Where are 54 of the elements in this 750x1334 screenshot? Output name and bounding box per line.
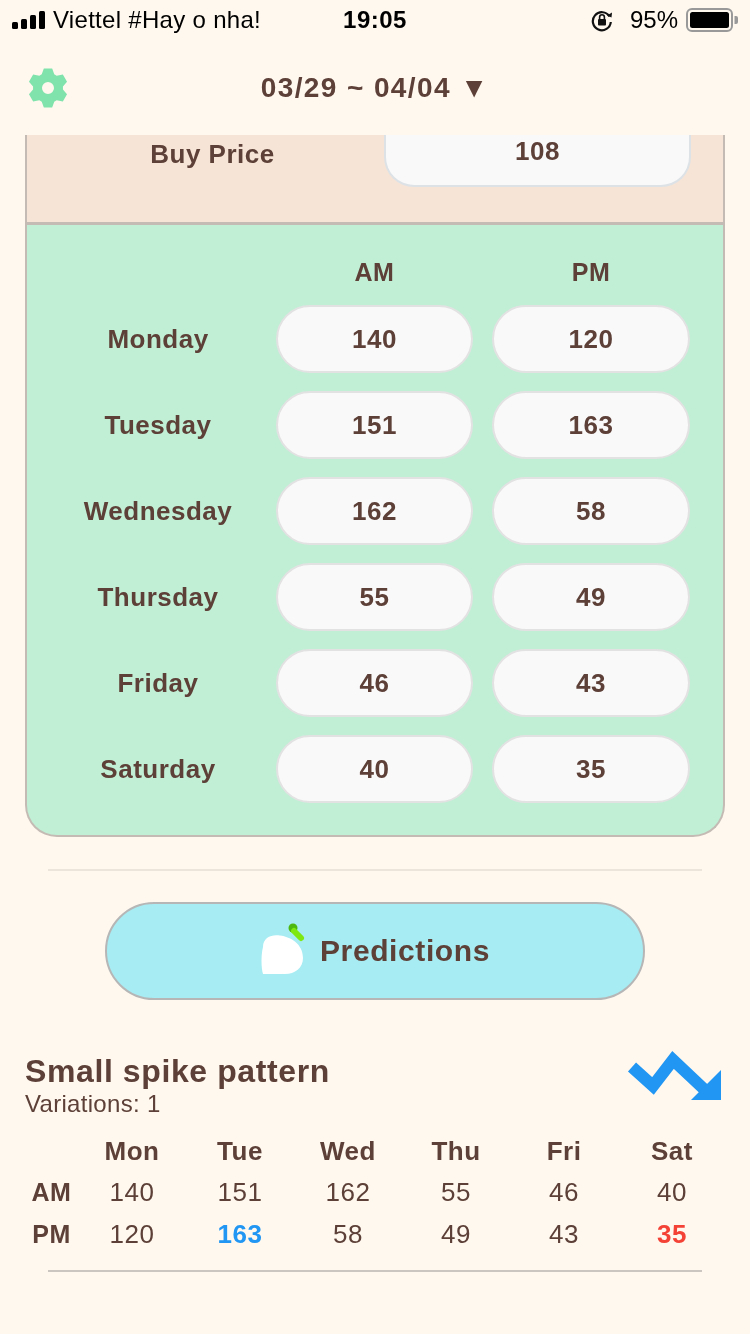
day-label: Wednesday bbox=[83, 495, 233, 527]
price-field[interactable]: 49 bbox=[492, 563, 690, 631]
row-label: PM bbox=[32, 1219, 71, 1250]
buy-price-label: Buy Price bbox=[150, 139, 275, 169]
price-field[interactable]: 55 bbox=[276, 563, 473, 631]
day-header: Tue bbox=[217, 1135, 263, 1168]
status-time: 19:05 bbox=[343, 6, 407, 34]
orientation-lock-icon bbox=[589, 8, 614, 32]
price-value: 151 bbox=[217, 1176, 263, 1209]
buy-price-field[interactable]: 108 bbox=[384, 135, 691, 187]
carrier-name: Viettel #Hay o nha! bbox=[53, 6, 262, 34]
price-value: 55 bbox=[441, 1176, 471, 1209]
price-field[interactable]: 40 bbox=[276, 735, 473, 803]
price-field[interactable]: 140 bbox=[276, 305, 473, 373]
signal-icon bbox=[12, 11, 46, 29]
day-label: Monday bbox=[107, 323, 209, 355]
price-field[interactable]: 163 bbox=[492, 391, 690, 459]
price-value: 162 bbox=[325, 1176, 371, 1209]
day-label: Tuesday bbox=[104, 409, 212, 441]
column-header: AM bbox=[354, 257, 395, 288]
price-value: 120 bbox=[109, 1218, 155, 1251]
row-label: AM bbox=[31, 1177, 72, 1208]
price-field[interactable]: 151 bbox=[276, 391, 473, 459]
price-value: 35 bbox=[657, 1218, 687, 1251]
pattern-title: Small spike pattern bbox=[25, 1053, 330, 1089]
price-value: 163 bbox=[217, 1218, 263, 1251]
price-value: 46 bbox=[549, 1176, 579, 1209]
price-value: 49 bbox=[441, 1218, 471, 1251]
day-label: Thursday bbox=[97, 581, 219, 613]
price-field[interactable]: 58 bbox=[492, 477, 690, 545]
predictions-button[interactable]: Predictions bbox=[105, 902, 645, 1000]
price-value: 40 bbox=[657, 1176, 687, 1209]
settings-icon[interactable] bbox=[28, 67, 68, 108]
price-field[interactable]: 162 bbox=[276, 477, 473, 545]
price-value: 140 bbox=[109, 1176, 155, 1209]
price-field[interactable]: 43 bbox=[492, 649, 690, 717]
column-header: PM bbox=[571, 257, 611, 288]
price-value: 43 bbox=[549, 1218, 579, 1251]
day-header: Mon bbox=[104, 1135, 160, 1168]
day-header: Fri bbox=[546, 1135, 582, 1168]
variations-count: Variations: 1 bbox=[25, 1089, 162, 1119]
battery-percent: 95% bbox=[629, 6, 678, 34]
week-dropdown[interactable]: 03/29 ~ 04/04 ▼ bbox=[260, 71, 490, 104]
price-field[interactable]: 46 bbox=[276, 649, 473, 717]
price-field[interactable]: 120 bbox=[492, 305, 690, 373]
day-header: Wed bbox=[320, 1135, 376, 1168]
day-label: Saturday bbox=[100, 753, 216, 785]
day-header: Thu bbox=[431, 1135, 481, 1168]
battery-icon bbox=[686, 8, 738, 32]
day-label: Friday bbox=[117, 667, 199, 699]
turnip-icon bbox=[260, 923, 306, 975]
day-header: Sat bbox=[651, 1135, 693, 1168]
price-field[interactable]: 35 bbox=[492, 735, 690, 803]
price-value: 58 bbox=[333, 1218, 363, 1251]
